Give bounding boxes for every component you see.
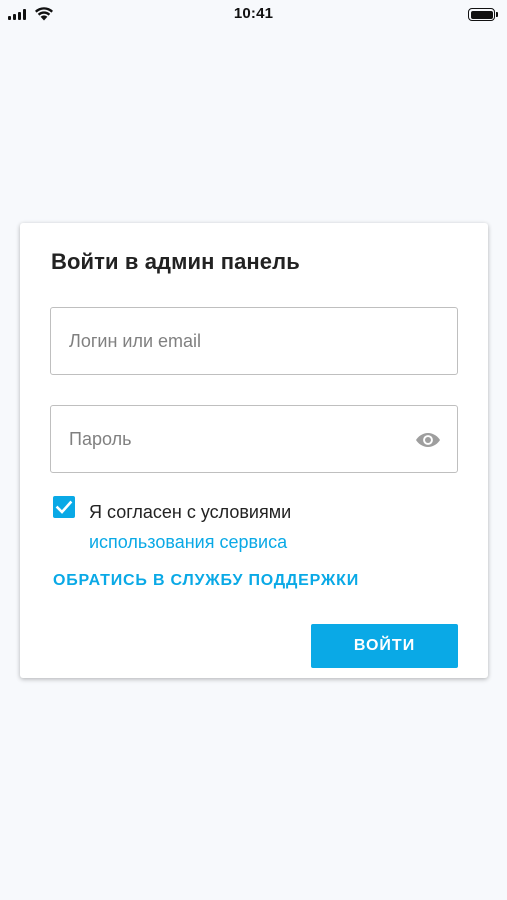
agreement-checkbox[interactable] <box>53 496 75 518</box>
agreement-text: Я согласен с условиями использования сер… <box>89 497 449 557</box>
eye-icon[interactable] <box>415 428 441 452</box>
login-button[interactable]: ВОЙТИ <box>311 624 458 668</box>
password-field[interactable] <box>50 405 458 473</box>
battery-icon <box>468 8 498 21</box>
agreement-label: Я согласен с условиями <box>89 502 292 522</box>
checkmark-icon <box>55 500 73 514</box>
status-bar: 10:41 <box>0 0 507 28</box>
login-title: Войти в админ панель <box>51 249 300 274</box>
login-field[interactable] <box>50 307 458 375</box>
status-time: 10:41 <box>233 5 274 22</box>
support-link[interactable]: ОБРАТИСЬ В СЛУЖБУ ПОДДЕРЖКИ <box>53 572 359 590</box>
password-input[interactable] <box>51 406 457 472</box>
login-card: Войти в админ панель Я согласен с услови… <box>20 223 488 678</box>
login-input[interactable] <box>51 308 457 374</box>
terms-link[interactable]: использования сервиса <box>89 527 449 557</box>
login-screen: 10:41 Войти в админ панель Логин или ema… <box>0 0 507 900</box>
